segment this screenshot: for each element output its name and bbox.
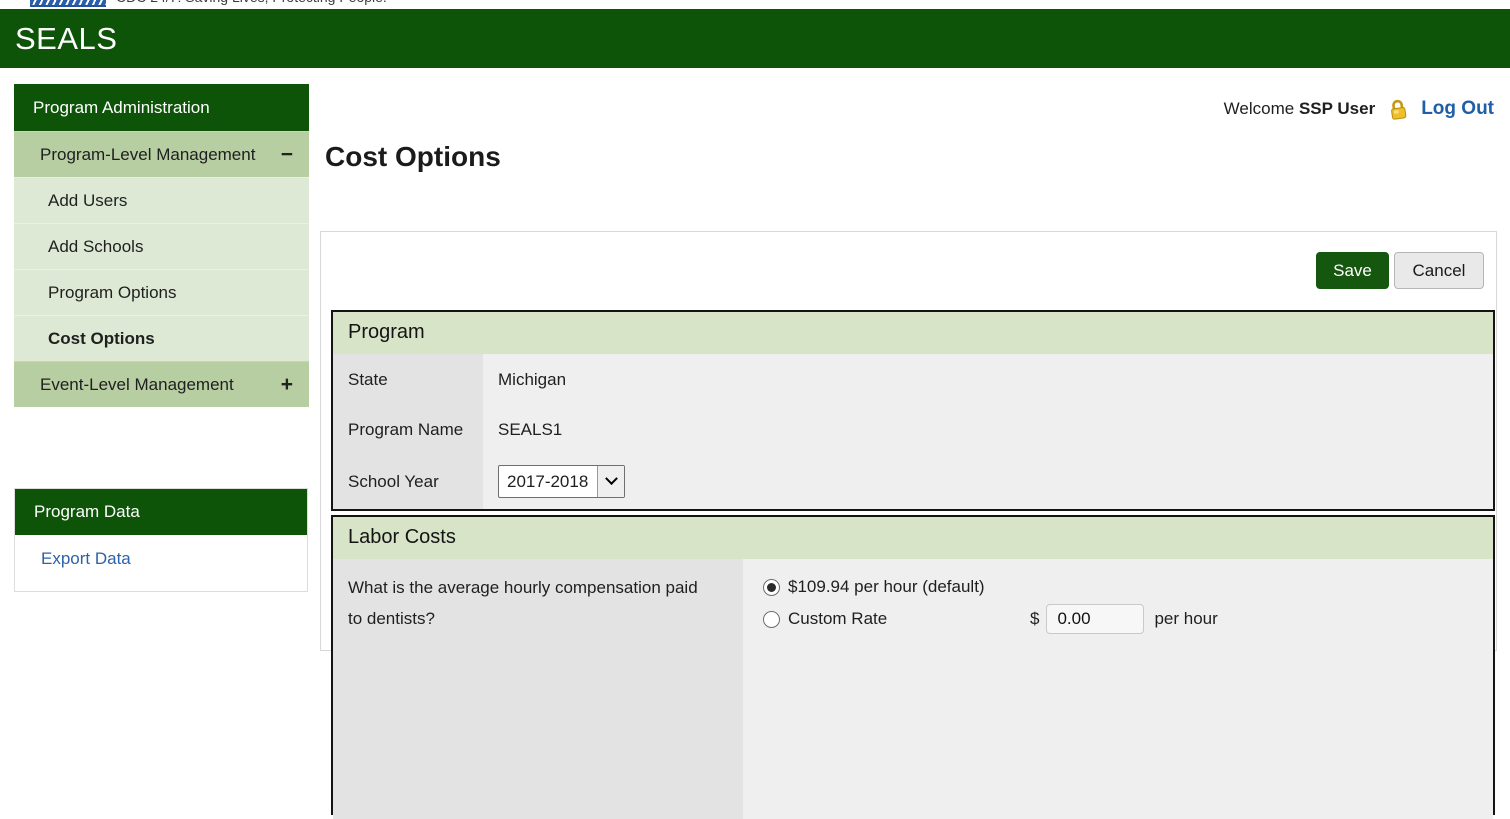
- school-year-label: School Year: [333, 454, 483, 509]
- currency-symbol: $: [1030, 609, 1039, 629]
- per-hour-suffix: per hour: [1154, 609, 1217, 629]
- welcome-text: Welcome SSP User: [1224, 99, 1376, 119]
- sidebar-item-event-level-management[interactable]: Event-Level Management +: [14, 361, 309, 407]
- default-rate-radio[interactable]: [763, 579, 780, 596]
- select-dropdown-button[interactable]: [597, 466, 624, 497]
- default-rate-option[interactable]: $109.94 per hour (default): [763, 571, 1493, 603]
- custom-rate-radio[interactable]: [763, 611, 780, 628]
- content-panel: Save Cancel Program State Michigan Progr…: [320, 231, 1497, 651]
- expand-plus-icon[interactable]: +: [281, 373, 293, 397]
- dentist-compensation-question: What is the average hourly compensation …: [333, 559, 743, 819]
- program-name-value: SEALS1: [483, 405, 1493, 454]
- sidebar-item-add-schools[interactable]: Add Schools: [14, 223, 309, 269]
- sidebar-item-program-level-management[interactable]: Program-Level Management −: [14, 131, 309, 177]
- cdc-tagline: CDC 24/7: Saving Lives, Protecting Peopl…: [116, 0, 387, 5]
- sidebar: Program Administration Program-Level Man…: [14, 84, 309, 407]
- cdc-logo-icon: [30, 0, 106, 7]
- state-label: State: [333, 354, 483, 405]
- masthead-strip: CDC 24/7: Saving Lives, Protecting Peopl…: [0, 0, 1510, 9]
- chevron-down-icon: [605, 472, 618, 485]
- sidebar-header-program-data: Program Data: [15, 489, 307, 535]
- custom-rate-input[interactable]: [1046, 604, 1144, 634]
- sidebar-item-cost-options[interactable]: Cost Options: [14, 315, 309, 361]
- logout-link[interactable]: Log Out: [1421, 98, 1494, 120]
- sidebar-header-program-administration: Program Administration: [14, 84, 309, 131]
- labor-costs-section-title: Labor Costs: [333, 517, 1493, 559]
- page-title: Cost Options: [325, 141, 501, 173]
- sidebar-item-program-options[interactable]: Program Options: [14, 269, 309, 315]
- sidebar-link-export-data[interactable]: Export Data: [15, 535, 307, 591]
- school-year-select[interactable]: 2017-2018: [498, 465, 625, 498]
- app-banner: SEALS: [0, 9, 1510, 68]
- sidebar-program-data-block: Program Data Export Data: [14, 488, 308, 592]
- save-button[interactable]: Save: [1316, 252, 1389, 289]
- collapse-minus-icon[interactable]: −: [281, 143, 293, 167]
- username: SSP User: [1299, 99, 1375, 118]
- sidebar-item-add-users[interactable]: Add Users: [14, 177, 309, 223]
- default-rate-label: $109.94 per hour (default): [788, 577, 985, 597]
- state-value: Michigan: [483, 354, 1493, 405]
- custom-rate-label: Custom Rate: [788, 609, 887, 629]
- cancel-button[interactable]: Cancel: [1394, 252, 1484, 289]
- school-year-selected-value: 2017-2018: [499, 472, 588, 492]
- program-name-label: Program Name: [333, 405, 483, 454]
- user-bar: Welcome SSP User Log Out: [1224, 98, 1494, 120]
- custom-rate-option[interactable]: Custom Rate: [763, 609, 1030, 629]
- program-section-title: Program: [333, 312, 1493, 354]
- app-title: SEALS: [0, 9, 1510, 68]
- padlock-icon: [1387, 97, 1410, 122]
- toolbar: Save Cancel: [1316, 252, 1484, 289]
- program-section: Program State Michigan Program Name SEAL…: [331, 310, 1495, 511]
- labor-costs-section: Labor Costs What is the average hourly c…: [331, 515, 1495, 815]
